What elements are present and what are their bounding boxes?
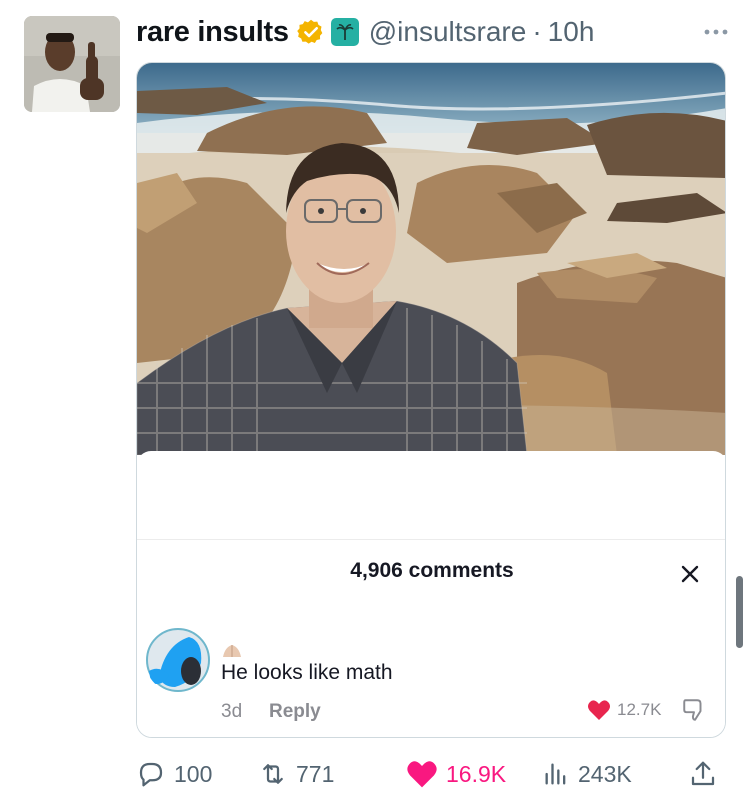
views-count: 243K xyxy=(578,760,632,787)
comment-like: 12.7K xyxy=(587,699,661,721)
author-name[interactable]: rare insults xyxy=(136,16,289,49)
retweet-count: 771 xyxy=(296,760,335,787)
author-handle[interactable]: @insultsrare xyxy=(369,16,527,48)
like-button[interactable]: 16.9K xyxy=(406,752,506,796)
tweet-timestamp[interactable]: 10h xyxy=(548,16,595,48)
comment-like-count: 12.7K xyxy=(617,700,662,719)
views-chart-icon xyxy=(545,763,566,785)
comment-reply-label: Reply xyxy=(269,701,321,722)
ellipsis-icon[interactable] xyxy=(698,14,734,50)
affiliate-badge-icon[interactable] xyxy=(330,18,359,46)
comment-text: He looks like math xyxy=(221,661,393,684)
reply-icon xyxy=(139,762,163,787)
close-icon xyxy=(673,557,707,591)
heart-icon xyxy=(588,700,610,720)
commenter-avatar xyxy=(146,628,210,692)
scrollbar[interactable] xyxy=(736,576,743,648)
tweet-header: rare insults @insultsrare · 10h xyxy=(136,14,734,50)
author-avatar[interactable] xyxy=(24,16,120,112)
tweet-actions: 100 771 16.9K 243K xyxy=(136,752,726,796)
verified-badge-icon xyxy=(296,18,325,46)
retweet-button[interactable]: 771 xyxy=(258,752,334,796)
retweet-icon xyxy=(263,764,283,784)
like-count: 16.9K xyxy=(446,760,507,787)
beach-photo xyxy=(137,63,725,455)
heart-icon xyxy=(407,761,437,788)
panel-divider xyxy=(137,539,725,540)
tiktok-comment-panel: 4,906 comments He looks like math 3d Rep… xyxy=(137,451,725,737)
dislike-icon xyxy=(683,699,702,721)
share-icon xyxy=(691,761,715,786)
reply-button[interactable]: 100 xyxy=(136,752,212,796)
folded-hands-emoji-icon xyxy=(223,645,241,657)
views-button[interactable]: 243K xyxy=(542,752,632,796)
comment-date: 3d xyxy=(221,701,243,722)
share-button[interactable] xyxy=(688,752,726,796)
comments-count: 4,906 comments xyxy=(350,559,514,582)
separator-dot: · xyxy=(532,16,542,47)
reply-count: 100 xyxy=(174,760,213,787)
avatar-image xyxy=(24,16,120,112)
tweet-media[interactable]: 4,906 comments He looks like math 3d Rep… xyxy=(136,62,726,738)
